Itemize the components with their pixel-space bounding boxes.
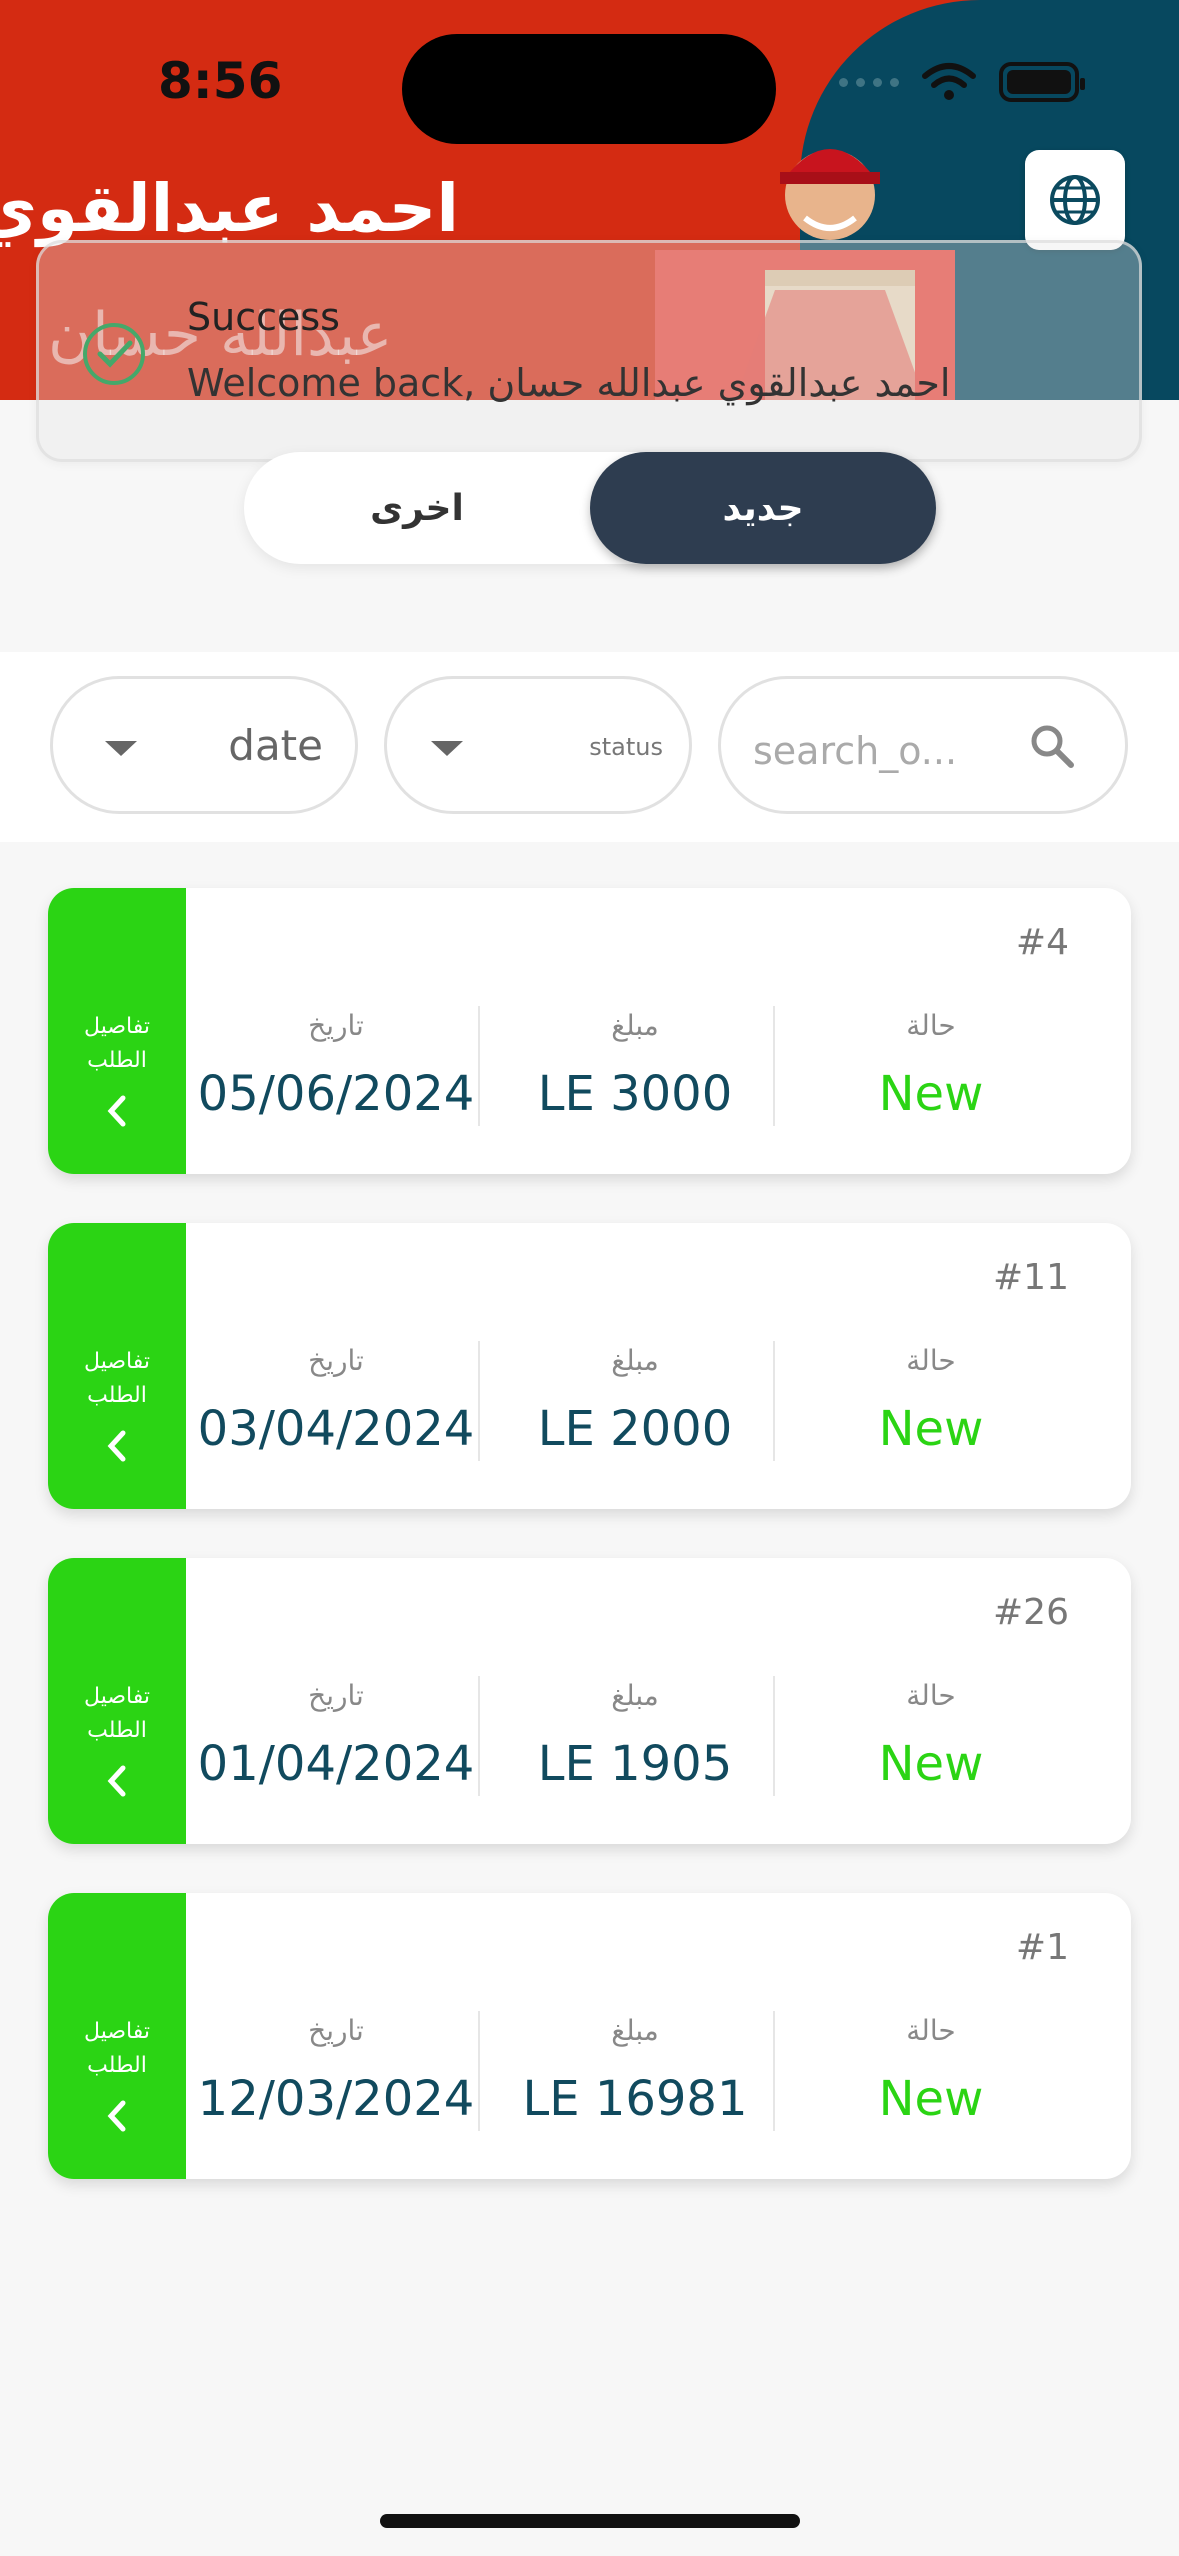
toast-message: Welcome back, احمد عبدالقوي عبدالله حسان — [187, 361, 951, 405]
user-name: احمد عبدالقوي — [0, 170, 459, 247]
status-label: حالة — [906, 1344, 956, 1377]
status-value: New — [878, 1401, 984, 1457]
order-type-tabs: اخرى جديد — [244, 452, 936, 564]
caret-down-icon — [431, 741, 463, 756]
status-filter-dropdown[interactable]: status — [384, 676, 692, 814]
order-id: #26 — [993, 1592, 1069, 1633]
details-label: تفاصيل الطلب — [84, 1014, 150, 1073]
home-indicator[interactable] — [380, 2514, 800, 2528]
amount-label: مبلغ — [611, 1679, 659, 1712]
dynamic-island — [402, 34, 776, 144]
amount-label: مبلغ — [611, 2014, 659, 2047]
amount-value: LE 3000 — [537, 1066, 733, 1122]
divider — [478, 2011, 480, 2131]
order-date: تاريخ 01/04/2024 — [186, 1676, 486, 1796]
date-value: 03/04/2024 — [197, 1401, 475, 1457]
order-details-button[interactable]: تفاصيل الطلب — [48, 1558, 186, 1844]
date-label: تاريخ — [308, 1679, 364, 1712]
wifi-icon — [922, 63, 976, 100]
search-icon — [1031, 725, 1074, 768]
divider — [773, 1006, 775, 1126]
success-toast[interactable]: Success Welcome back, احمد عبدالقوي عبدا… — [36, 240, 1142, 462]
status-icons — [839, 62, 1085, 102]
order-card[interactable]: تفاصيل الطلب #4 تاريخ 05/06/2024 مبلغ LE… — [48, 888, 1131, 1174]
status-value: New — [878, 2071, 984, 2127]
globe-icon — [1050, 175, 1100, 225]
amount-label: مبلغ — [611, 1344, 659, 1377]
battery-icon — [999, 62, 1085, 102]
chevron-left-icon — [107, 1765, 126, 1797]
toast-title: Success — [187, 295, 340, 339]
status-label: حالة — [906, 1679, 956, 1712]
order-id: #4 — [1015, 922, 1069, 963]
date-label: تاريخ — [308, 2014, 364, 2047]
date-filter-label: date — [228, 721, 323, 770]
order-status: حالة New — [784, 1676, 1078, 1796]
details-label: تفاصيل الطلب — [84, 1349, 150, 1408]
order-status: حالة New — [784, 1341, 1078, 1461]
order-details-button[interactable]: تفاصيل الطلب — [48, 1223, 186, 1509]
date-label: تاريخ — [308, 1009, 364, 1042]
order-date: تاريخ 05/06/2024 — [186, 1006, 486, 1126]
amount-value: LE 1905 — [537, 1736, 733, 1792]
divider — [773, 1341, 775, 1461]
status-label: حالة — [906, 2014, 956, 2047]
order-details-button[interactable]: تفاصيل الطلب — [48, 1893, 186, 2179]
status-value: New — [878, 1066, 984, 1122]
date-value: 12/03/2024 — [197, 2071, 475, 2127]
amount-value: LE 16981 — [522, 2071, 748, 2127]
order-id: #1 — [1015, 1927, 1069, 1968]
divider — [478, 1006, 480, 1126]
chevron-left-icon — [107, 1095, 126, 1127]
language-button[interactable] — [1025, 150, 1125, 250]
order-date: تاريخ 12/03/2024 — [186, 2011, 486, 2131]
date-value: 01/04/2024 — [197, 1736, 475, 1792]
caret-down-icon — [105, 741, 137, 756]
order-card[interactable]: تفاصيل الطلب #26 تاريخ 01/04/2024 مبلغ L… — [48, 1558, 1131, 1844]
order-amount: مبلغ LE 2000 — [488, 1341, 782, 1461]
order-date: تاريخ 03/04/2024 — [186, 1341, 486, 1461]
order-amount: مبلغ LE 3000 — [488, 1006, 782, 1126]
divider — [773, 2011, 775, 2131]
tab-other[interactable]: اخرى — [244, 452, 590, 564]
status-time: 8:56 — [158, 52, 283, 110]
order-id: #11 — [993, 1257, 1069, 1298]
check-circle-icon — [83, 323, 145, 385]
amount-value: LE 2000 — [537, 1401, 733, 1457]
search-input[interactable]: search_o... — [718, 676, 1128, 814]
divider — [478, 1341, 480, 1461]
date-label: تاريخ — [308, 1344, 364, 1377]
signal-icon — [839, 77, 899, 87]
filter-bar: date status search_o... — [0, 652, 1179, 842]
search-placeholder: search_o... — [753, 729, 958, 773]
details-label: تفاصيل الطلب — [84, 2019, 150, 2078]
order-amount: مبلغ LE 1905 — [488, 1676, 782, 1796]
order-card[interactable]: تفاصيل الطلب #1 تاريخ 12/03/2024 مبلغ LE… — [48, 1893, 1131, 2179]
details-label: تفاصيل الطلب — [84, 1684, 150, 1743]
order-status: حالة New — [784, 2011, 1078, 2131]
chevron-left-icon — [107, 1430, 126, 1462]
divider — [773, 1676, 775, 1796]
chevron-left-icon — [107, 2100, 126, 2132]
amount-label: مبلغ — [611, 1009, 659, 1042]
order-card[interactable]: تفاصيل الطلب #11 تاريخ 03/04/2024 مبلغ L… — [48, 1223, 1131, 1509]
status-label: حالة — [906, 1009, 956, 1042]
date-filter-dropdown[interactable]: date — [50, 676, 358, 814]
order-status: حالة New — [784, 1006, 1078, 1126]
date-value: 05/06/2024 — [197, 1066, 475, 1122]
divider — [478, 1676, 480, 1796]
status-filter-label: status — [589, 733, 663, 761]
order-amount: مبلغ LE 16981 — [488, 2011, 782, 2131]
tab-new[interactable]: جديد — [590, 452, 936, 564]
status-value: New — [878, 1736, 984, 1792]
order-details-button[interactable]: تفاصيل الطلب — [48, 888, 186, 1174]
